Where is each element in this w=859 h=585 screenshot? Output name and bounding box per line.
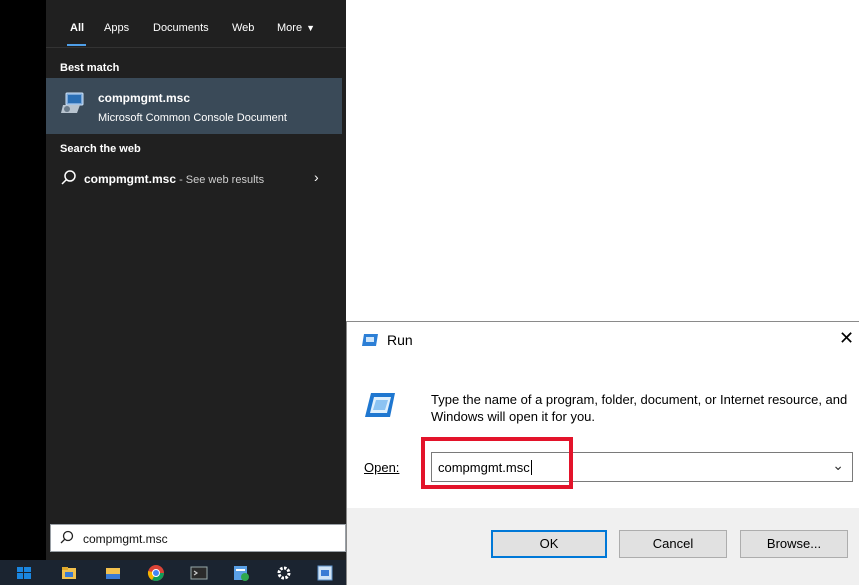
- folder-icon[interactable]: [104, 564, 122, 582]
- chevron-down-icon: ▼: [306, 23, 315, 33]
- best-match-result[interactable]: compmgmt.msc Microsoft Common Console Do…: [46, 78, 342, 134]
- search-web-heading: Search the web: [60, 143, 141, 155]
- windows-start-icon[interactable]: [15, 564, 33, 582]
- taskbar: [0, 560, 346, 585]
- best-match-type: Microsoft Common Console Document: [98, 112, 287, 124]
- best-match-name: compmgmt.msc: [98, 91, 191, 105]
- screen: All Apps Documents Web More ▼ Best match …: [0, 0, 859, 585]
- chevron-down-icon[interactable]: ⌄: [832, 457, 844, 474]
- chrome-icon[interactable]: [147, 564, 165, 582]
- search-input[interactable]: compmgmt.msc: [83, 532, 168, 546]
- ok-button[interactable]: OK: [491, 530, 607, 558]
- web-result-suffix: - See web results: [176, 174, 265, 186]
- tab-apps[interactable]: Apps: [104, 22, 129, 34]
- web-result-row[interactable]: compmgmt.msc - See web results ›: [46, 164, 342, 194]
- tab-more[interactable]: More ▼: [277, 22, 315, 34]
- computer-management-icon: [61, 92, 84, 113]
- search-icon: [60, 530, 74, 544]
- search-tabs: All Apps Documents Web More ▼: [46, 0, 346, 48]
- search-box[interactable]: compmgmt.msc: [50, 524, 346, 552]
- open-label-text: Open:: [364, 460, 400, 475]
- open-label: Open:: [364, 460, 399, 475]
- terminal-icon[interactable]: [190, 564, 208, 582]
- chevron-right-icon[interactable]: ›: [314, 169, 319, 185]
- active-tab-indicator: [67, 44, 86, 46]
- browse-button[interactable]: Browse...: [740, 530, 848, 558]
- web-result-query: compmgmt.msc: [84, 172, 177, 186]
- run-titlebar[interactable]: Run ✕: [347, 322, 859, 358]
- run-description: Type the name of a program, folder, docu…: [431, 392, 848, 424]
- run-dialog: Run ✕ Type the name of a program, folder…: [346, 321, 859, 585]
- search-icon: [61, 170, 76, 185]
- tab-all[interactable]: All: [70, 22, 84, 34]
- run-icon[interactable]: [316, 564, 334, 582]
- web-result-text: compmgmt.msc - See web results: [84, 172, 264, 186]
- cancel-button[interactable]: Cancel: [619, 530, 727, 558]
- highlight-annotation: [421, 437, 573, 489]
- close-button[interactable]: ✕: [839, 328, 854, 349]
- run-program-icon: [365, 393, 395, 417]
- desktop-edge: [0, 0, 46, 560]
- tab-web[interactable]: Web: [232, 22, 254, 34]
- run-title: Run: [387, 332, 413, 348]
- app-icon[interactable]: [232, 564, 250, 582]
- tab-documents[interactable]: Documents: [153, 22, 209, 34]
- best-match-heading: Best match: [60, 62, 120, 74]
- run-icon: [362, 334, 378, 346]
- settings-icon[interactable]: [275, 564, 293, 582]
- run-footer: OK Cancel Browse...: [347, 508, 859, 585]
- file-explorer-icon[interactable]: [60, 564, 78, 582]
- search-panel: All Apps Documents Web More ▼ Best match …: [46, 0, 346, 560]
- tab-more-label: More: [277, 22, 303, 34]
